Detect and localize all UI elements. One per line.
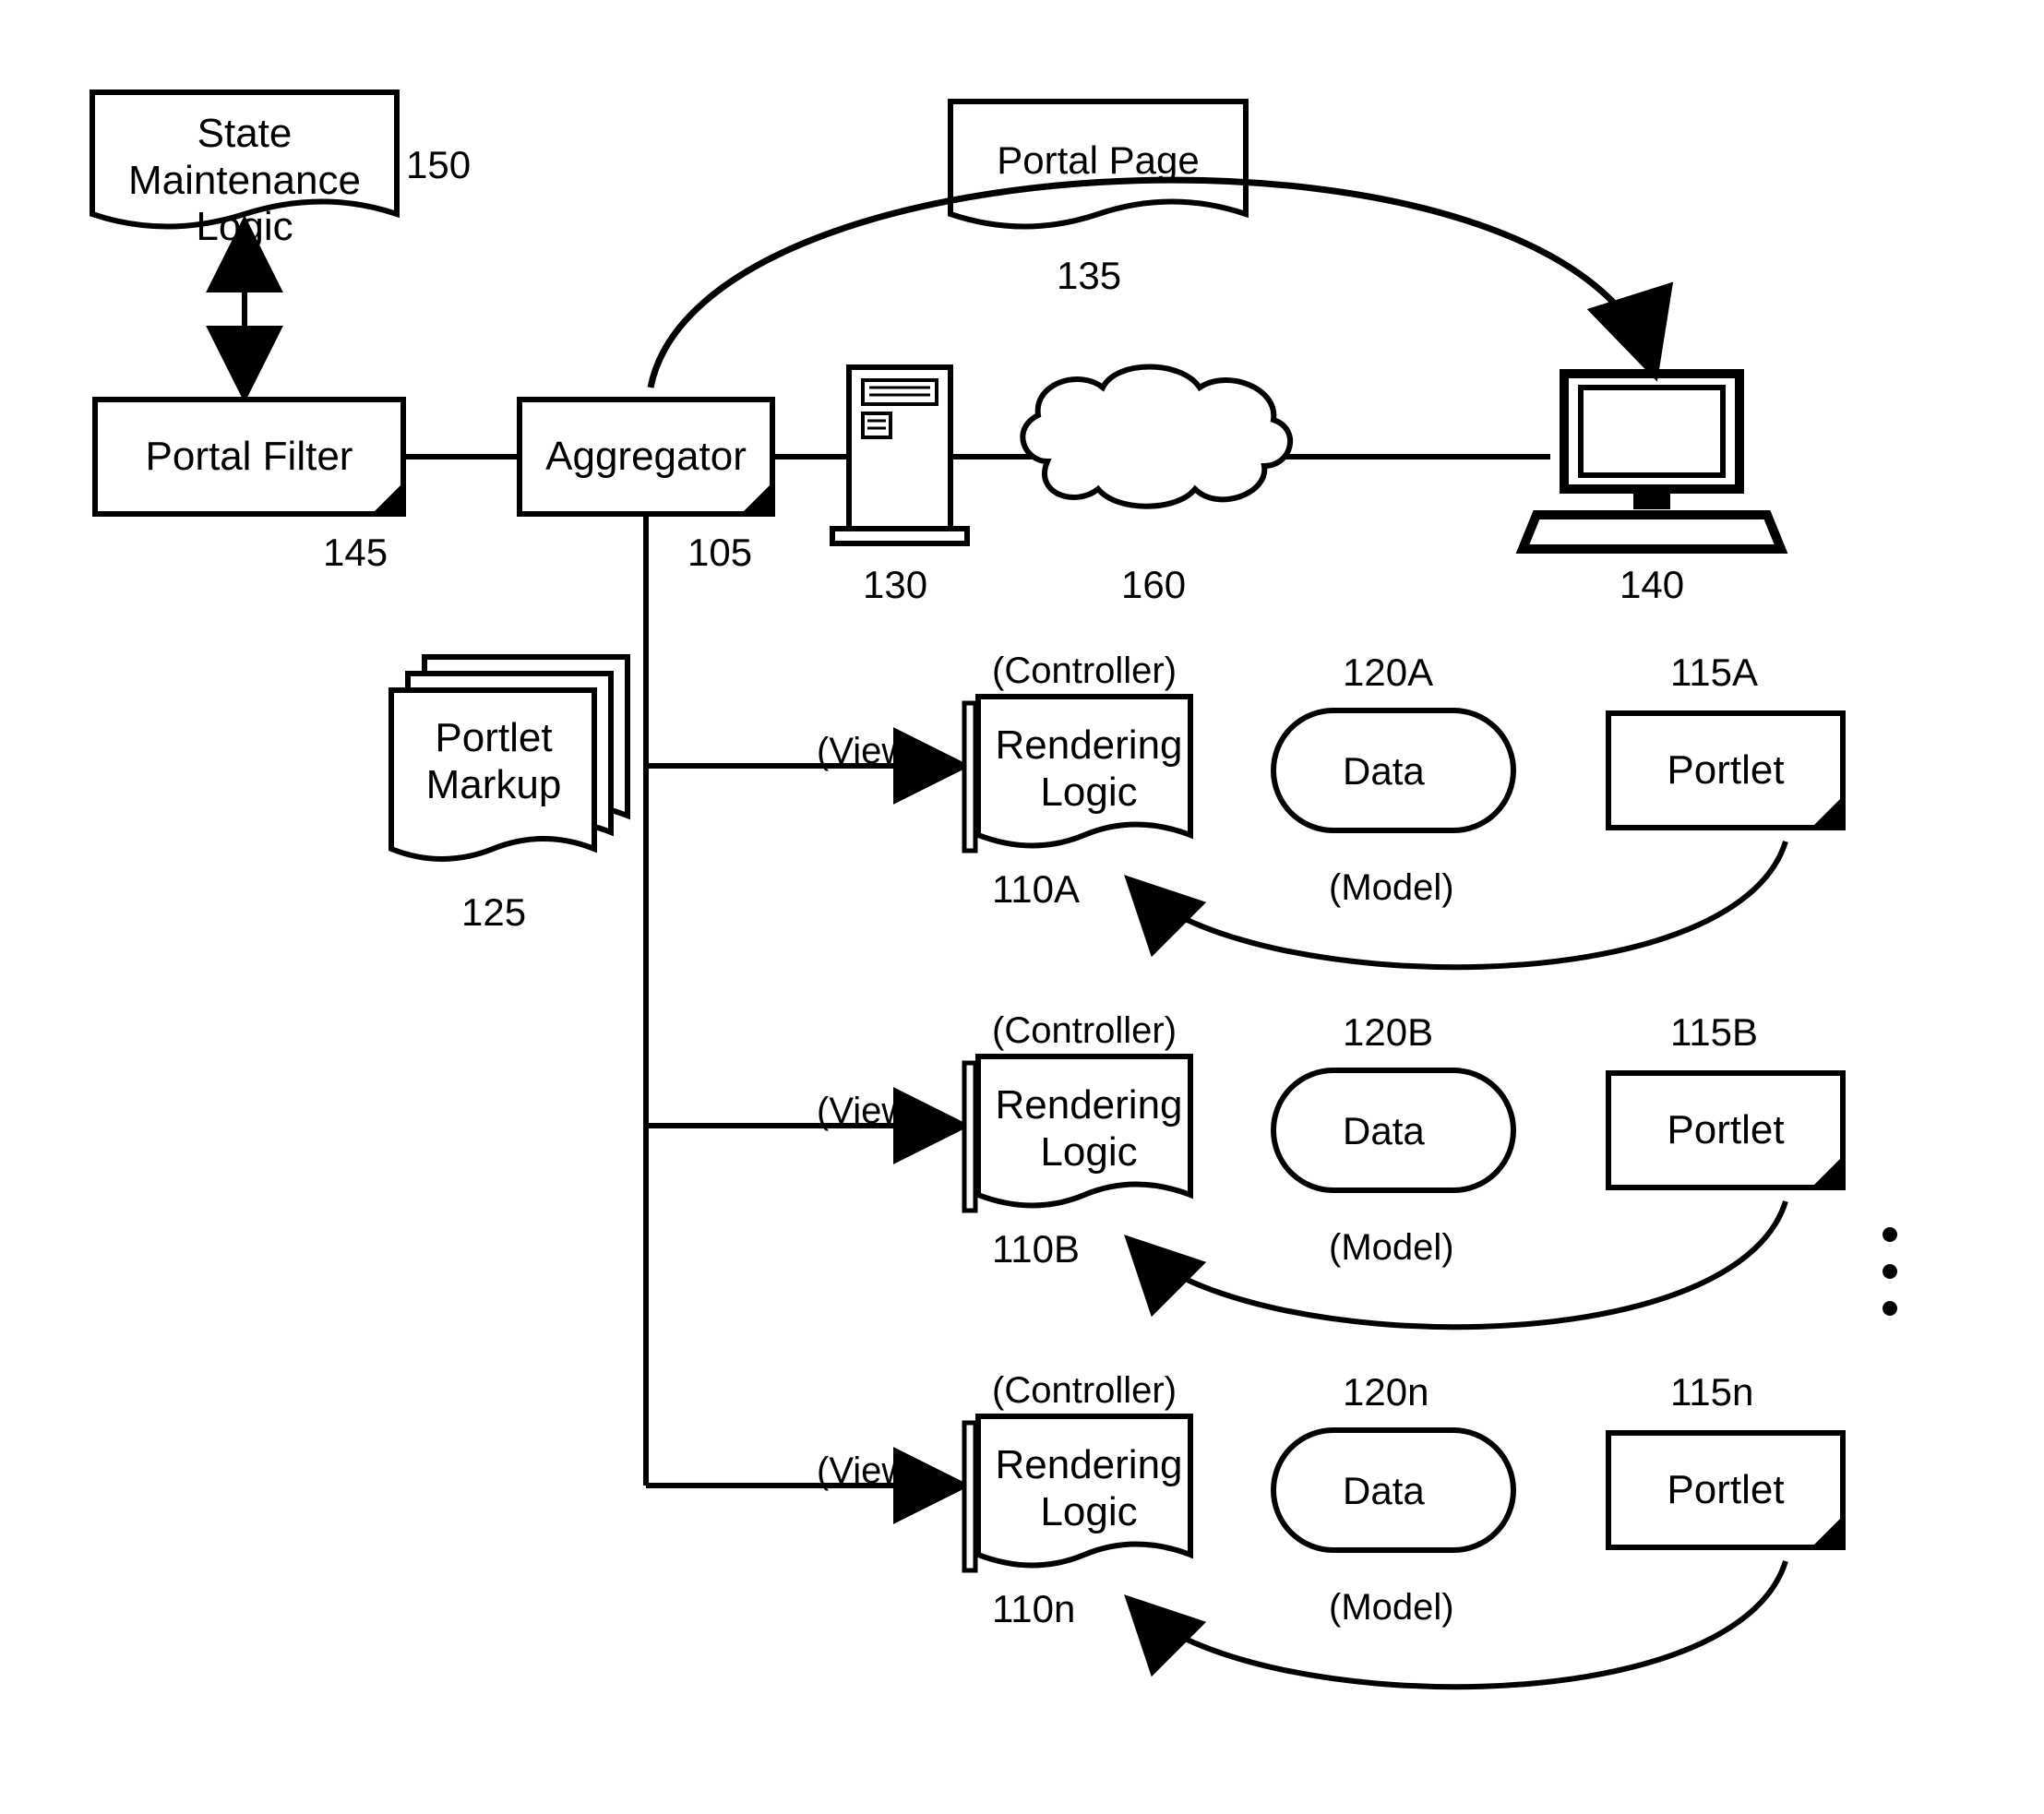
portal-page-label: Portal Page bbox=[978, 138, 1218, 183]
view-label-n: (View) bbox=[817, 1450, 921, 1492]
portal-page-ref: 135 bbox=[1057, 254, 1121, 298]
arc-aggregator-client bbox=[651, 180, 1652, 388]
ellipsis-dot bbox=[1883, 1301, 1897, 1316]
portal-filter-box: Portal Filter bbox=[92, 397, 406, 517]
view-label-b: (View) bbox=[817, 1091, 921, 1132]
portlet-a-box: Portlet bbox=[1606, 710, 1846, 830]
arc-portlet-a bbox=[1135, 841, 1786, 967]
rendering-a-ref: 110A bbox=[992, 867, 1080, 912]
cloud-icon bbox=[1022, 367, 1290, 507]
portlet-a-ref: 115A bbox=[1670, 650, 1758, 695]
data-b-ref: 120B bbox=[1343, 1010, 1433, 1055]
model-label-b: (Model) bbox=[1329, 1227, 1454, 1269]
state-maintenance-label: State Maintenance Logic bbox=[92, 111, 397, 251]
model-label-n: (Model) bbox=[1329, 1587, 1454, 1629]
arc-portlet-n bbox=[1135, 1561, 1786, 1687]
portlet-a-label: Portlet bbox=[1667, 747, 1784, 794]
controller-label-n: (Controller) bbox=[992, 1370, 1177, 1412]
cloud-ref: 160 bbox=[1121, 563, 1186, 607]
portlet-b-ref: 115B bbox=[1670, 1010, 1758, 1055]
portal-filter-ref: 145 bbox=[323, 531, 388, 575]
controller-label-a: (Controller) bbox=[992, 650, 1177, 692]
ellipsis-dot bbox=[1883, 1227, 1897, 1242]
rendering-n-ref: 110n bbox=[992, 1587, 1075, 1631]
view-label-a: (View) bbox=[817, 731, 921, 772]
data-n-label: Data bbox=[1343, 1469, 1425, 1513]
arc-portlet-b bbox=[1135, 1201, 1786, 1327]
portlet-n-ref: 115n bbox=[1670, 1370, 1753, 1414]
aggregator-ref: 105 bbox=[687, 531, 752, 575]
state-maintenance-ref: 150 bbox=[406, 143, 471, 187]
rendering-b-label: Rendering Logic bbox=[992, 1082, 1186, 1176]
portlet-n-label: Portlet bbox=[1667, 1467, 1784, 1514]
controller-label-b: (Controller) bbox=[992, 1010, 1177, 1052]
model-label-a: (Model) bbox=[1329, 867, 1454, 909]
server-icon bbox=[832, 367, 967, 543]
client-icon bbox=[1523, 374, 1781, 549]
data-a-label: Data bbox=[1343, 749, 1425, 794]
server-ref: 130 bbox=[863, 563, 927, 607]
aggregator-box: Aggregator bbox=[517, 397, 775, 517]
diagram-stage: State Maintenance Logic 150 Portal Filte… bbox=[0, 0, 2044, 1814]
portlet-markup-ref: 125 bbox=[461, 890, 526, 935]
portlet-markup-label: Portlet Markup bbox=[406, 715, 581, 808]
client-ref: 140 bbox=[1620, 563, 1684, 607]
aggregator-label: Aggregator bbox=[545, 434, 747, 481]
portlet-b-box: Portlet bbox=[1606, 1070, 1846, 1190]
rendering-a-label: Rendering Logic bbox=[992, 722, 1186, 816]
portal-filter-label: Portal Filter bbox=[146, 434, 353, 481]
data-b-label: Data bbox=[1343, 1109, 1425, 1153]
portlet-n-box: Portlet bbox=[1606, 1430, 1846, 1550]
rendering-n-label: Rendering Logic bbox=[992, 1442, 1186, 1535]
rendering-b-ref: 110B bbox=[992, 1227, 1080, 1271]
data-a-ref: 120A bbox=[1343, 650, 1433, 695]
ellipsis-dot bbox=[1883, 1264, 1897, 1279]
portlet-b-label: Portlet bbox=[1667, 1107, 1784, 1154]
data-n-ref: 120n bbox=[1343, 1370, 1428, 1414]
